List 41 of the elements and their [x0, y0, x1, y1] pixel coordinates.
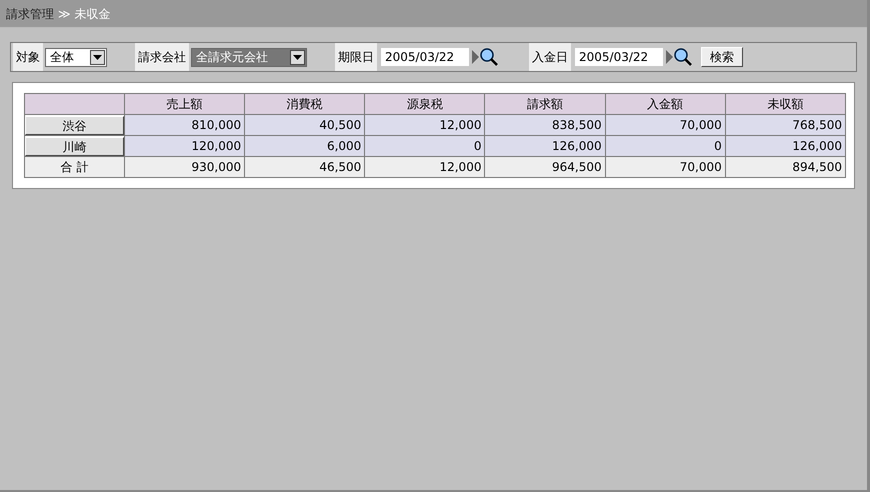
- date-field[interactable]: 2005/03/22: [381, 48, 469, 66]
- filter-label: 対象: [13, 43, 43, 71]
- column-header: 入金額: [605, 94, 726, 114]
- column-header: 未収額: [725, 94, 846, 114]
- table-cell: 930,000: [124, 156, 245, 178]
- filter-label: 入金日: [529, 43, 571, 71]
- filter-label: 請求会社: [135, 43, 189, 71]
- table-cell: 0: [364, 136, 485, 156]
- caret-icon: [93, 54, 102, 60]
- table-cell: 838,500: [484, 114, 606, 136]
- breadcrumb-separator: ≫: [58, 6, 71, 22]
- table-cell: 6,000: [244, 136, 365, 156]
- table-cell: 810,000: [124, 114, 245, 136]
- row-button[interactable]: 川崎: [25, 136, 124, 156]
- table-cell: 964,500: [484, 156, 606, 178]
- dropdown[interactable]: 全請求元会社: [191, 48, 307, 66]
- table-cell: 12,000: [364, 156, 485, 178]
- table-cell: 12,000: [364, 114, 485, 136]
- table-cell: 120,000: [124, 136, 245, 156]
- dropdown[interactable]: 全体: [45, 48, 107, 66]
- column-header: 源泉税: [364, 94, 485, 114]
- breadcrumb-link[interactable]: 請求管理: [6, 4, 54, 22]
- filter-label: 期限日: [335, 43, 377, 71]
- date-field[interactable]: 2005/03/22: [575, 48, 663, 66]
- table-cell: 70,000: [605, 156, 726, 178]
- column-header: 消費税: [244, 94, 365, 114]
- total-label: 合 計: [24, 156, 124, 178]
- column-header: 請求額: [484, 94, 606, 114]
- table-cell: 70,000: [605, 114, 726, 136]
- column-header: 売上額: [124, 94, 245, 114]
- page-title: 未収金: [74, 6, 111, 22]
- table-cell: 46,500: [244, 156, 365, 178]
- table-cell: 126,000: [484, 136, 606, 156]
- search-button[interactable]: 検索: [701, 47, 743, 67]
- row-button[interactable]: 渋谷: [25, 116, 124, 134]
- table-cell: 40,500: [244, 114, 365, 136]
- table-cell: 768,500: [725, 114, 846, 136]
- table-cell: 0: [605, 136, 726, 156]
- table-cell: 894,500: [725, 156, 846, 178]
- caret-icon: [293, 54, 302, 60]
- table-cell: 126,000: [725, 136, 846, 156]
